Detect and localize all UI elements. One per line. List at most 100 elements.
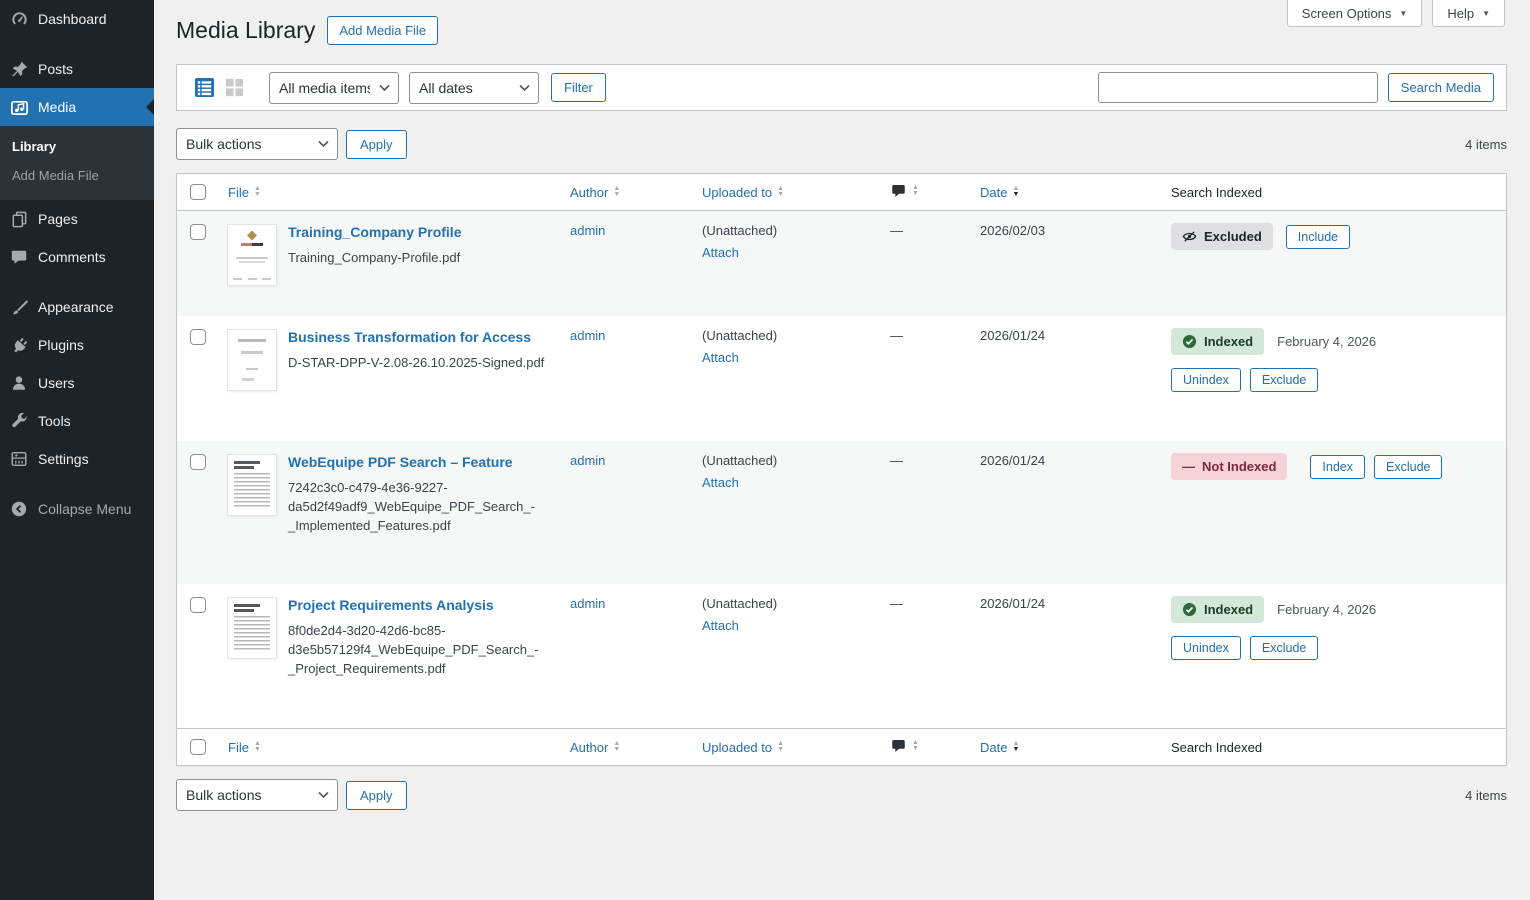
file-thumbnail[interactable] [228, 330, 276, 390]
sort-arrows-icon: ▲▼ [254, 741, 261, 753]
row-checkbox[interactable] [190, 597, 206, 613]
sort-arrows-icon: ▲▼ [777, 741, 784, 753]
status-badge-indexed: Indexed [1171, 328, 1264, 355]
sort-file-header[interactable]: File ▲▼ [228, 740, 261, 755]
unindex-button[interactable]: Unindex [1171, 368, 1241, 392]
file-thumbnail[interactable] [228, 455, 276, 515]
file-thumbnail[interactable] [228, 225, 276, 285]
apply-button[interactable]: Apply [346, 781, 407, 810]
sort-date-header[interactable]: Date ▲▼ [980, 185, 1019, 200]
include-button[interactable]: Include [1286, 225, 1350, 249]
uploaded-to-value: (Unattached) [702, 223, 890, 238]
apply-button[interactable]: Apply [346, 130, 407, 159]
screen-options-label: Screen Options [1302, 6, 1392, 21]
select-all-checkbox[interactable] [190, 739, 206, 755]
bulk-actions-select[interactable]: Bulk actions [176, 779, 338, 811]
exclude-button[interactable]: Exclude [1250, 636, 1318, 660]
list-view-icon[interactable] [193, 77, 215, 99]
index-button[interactable]: Index [1310, 455, 1365, 479]
attach-link[interactable]: Attach [702, 618, 739, 633]
sidebar-item-label: Posts [38, 61, 73, 77]
search-group: Search Media [1098, 72, 1494, 103]
bulk-actions: Bulk actions [176, 128, 338, 160]
sidebar-item-label: Comments [38, 249, 106, 265]
dashboard-icon [9, 9, 29, 29]
date-value: 2026/01/24 [980, 328, 1045, 343]
sort-author-header[interactable]: Author ▲▼ [570, 740, 620, 755]
file-title-link[interactable]: Project Requirements Analysis [288, 597, 494, 613]
help-label: Help [1447, 6, 1474, 21]
author-link[interactable]: admin [570, 328, 605, 343]
attach-link[interactable]: Attach [702, 245, 739, 260]
sidebar-item-tools[interactable]: Tools [0, 402, 154, 440]
author-link[interactable]: admin [570, 596, 605, 611]
sort-arrows-icon: ▲▼ [613, 741, 620, 753]
date-select[interactable]: All dates [409, 72, 539, 104]
row-checkbox[interactable] [190, 224, 206, 240]
sort-arrows-icon: ▲▼ [777, 186, 784, 198]
sidebar-item-settings[interactable]: Settings [0, 440, 154, 478]
screen-options-button[interactable]: Screen Options ▼ [1287, 0, 1423, 27]
sidebar-item-label: Dashboard [38, 11, 107, 27]
row-checkbox[interactable] [190, 454, 206, 470]
table-row: Project Requirements Analysis 8f0de2d4-3… [177, 584, 1506, 728]
sidebar-item-appearance[interactable]: Appearance [0, 288, 154, 326]
file-thumbnail[interactable] [228, 598, 276, 658]
select-all-checkbox[interactable] [190, 184, 206, 200]
add-media-file-button[interactable]: Add Media File [327, 16, 438, 45]
file-title-link[interactable]: Business Transformation for Access [288, 329, 531, 345]
attach-link[interactable]: Attach [702, 475, 739, 490]
sort-arrows-icon: ▲▼ [254, 186, 261, 198]
sort-author-header[interactable]: Author ▲▼ [570, 185, 620, 200]
sort-date-header[interactable]: Date ▲▼ [980, 740, 1019, 755]
media-type-select[interactable]: All media items [269, 72, 399, 104]
sidebar-item-comments[interactable]: Comments [0, 238, 154, 276]
sort-file-header[interactable]: File ▲▼ [228, 185, 261, 200]
attach-link[interactable]: Attach [702, 350, 739, 365]
check-circle-icon [1182, 602, 1197, 617]
comments-count: — [890, 596, 903, 611]
check-circle-icon [1182, 334, 1197, 349]
sidebar-item-posts[interactable]: Posts [0, 50, 154, 88]
plug-icon [9, 335, 29, 355]
comment-bubble-icon [890, 738, 907, 754]
sidebar-item-library[interactable]: Library [0, 132, 154, 161]
bulk-actions-select[interactable]: Bulk actions [176, 128, 338, 160]
sort-arrows-icon: ▲▼ [912, 185, 919, 197]
row-checkbox[interactable] [190, 329, 206, 345]
file-title-link[interactable]: Training_Company Profile [288, 224, 461, 240]
sidebar-item-add-media-file[interactable]: Add Media File [0, 161, 154, 190]
sidebar-item-media[interactable]: Media [0, 88, 154, 126]
filter-button[interactable]: Filter [551, 73, 606, 102]
comments-icon [9, 247, 29, 267]
file-title-link[interactable]: WebEquipe PDF Search – Feature [288, 454, 513, 470]
exclude-button[interactable]: Exclude [1250, 368, 1318, 392]
sidebar-item-plugins[interactable]: Plugins [0, 326, 154, 364]
media-library-page: Media Library Add Media File All media i… [154, 0, 1530, 900]
unindex-button[interactable]: Unindex [1171, 636, 1241, 660]
sort-uploaded-to-header[interactable]: Uploaded to ▲▼ [702, 185, 784, 200]
uploaded-to-value: (Unattached) [702, 453, 890, 468]
search-input[interactable] [1098, 72, 1378, 103]
search-indexed-header: Search Indexed [1171, 740, 1262, 755]
sidebar-item-pages[interactable]: Pages [0, 200, 154, 238]
grid-view-icon[interactable] [223, 77, 245, 99]
search-media-button[interactable]: Search Media [1388, 73, 1494, 102]
admin-sidebar: Dashboard Posts Media Library Add Media … [0, 0, 154, 900]
sort-comments-header[interactable]: ▲▼ [890, 183, 919, 199]
help-button[interactable]: Help ▼ [1432, 0, 1505, 27]
sort-uploaded-to-header[interactable]: Uploaded to ▲▼ [702, 740, 784, 755]
author-link[interactable]: admin [570, 223, 605, 238]
exclude-button[interactable]: Exclude [1374, 455, 1442, 479]
sidebar-item-collapse-menu[interactable]: Collapse Menu [0, 490, 154, 528]
date-value: 2026/02/03 [980, 223, 1045, 238]
table-row: WebEquipe PDF Search – Feature 7242c3c0-… [177, 441, 1506, 584]
comments-count: — [890, 453, 903, 468]
items-count: 4 items [1465, 788, 1507, 803]
comment-bubble-icon [890, 183, 907, 199]
sidebar-item-dashboard[interactable]: Dashboard [0, 0, 154, 38]
author-link[interactable]: admin [570, 453, 605, 468]
sort-comments-header[interactable]: ▲▼ [890, 738, 919, 754]
sidebar-item-users[interactable]: Users [0, 364, 154, 402]
chevron-down-icon: ▼ [1482, 9, 1490, 18]
